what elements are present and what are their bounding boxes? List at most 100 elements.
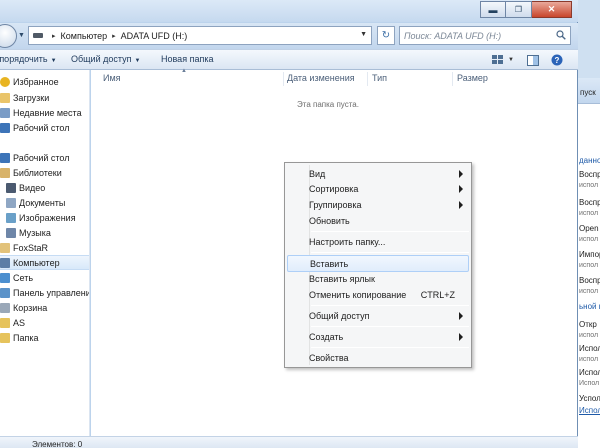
minimize-button[interactable]: ▬ (480, 1, 506, 18)
recent-pages-icon[interactable]: ▼ (18, 32, 25, 39)
menu-item[interactable]: Вставить ярлык (287, 271, 469, 288)
menu-item[interactable]: Отменить копирование CTRL+Z (287, 287, 469, 304)
background-window-text: испол (579, 210, 599, 217)
column-header-date[interactable]: Дата изменения (287, 73, 355, 83)
background-window-text: испол (579, 332, 599, 339)
network-icon (0, 272, 10, 283)
sidebar-item-label: Корзина (13, 302, 48, 313)
sidebar-item[interactable]: Недавние места (0, 105, 89, 120)
menu-item-label: Группировка (309, 200, 362, 210)
search-box[interactable] (399, 26, 571, 45)
chevron-down-icon[interactable]: ▼ (360, 31, 367, 38)
sidebar-item-label: Документы (19, 197, 66, 208)
back-button[interactable] (0, 24, 17, 48)
submenu-arrow-icon (459, 170, 463, 178)
sidebar-item[interactable]: Избранное (0, 74, 89, 89)
item-count: Элементов: 0 (32, 440, 83, 448)
status-bar: Элементов: 0 (0, 436, 578, 448)
desktop-icon (0, 152, 10, 163)
chevron-down-icon: ▼ (508, 57, 514, 63)
sidebar-item[interactable]: FoxStaR (0, 240, 89, 255)
menu-item[interactable]: Сортировка (287, 181, 469, 198)
close-button[interactable]: ✕ (532, 1, 572, 18)
chevron-right-icon[interactable]: ▸ (112, 32, 116, 40)
search-icon (556, 30, 566, 40)
background-window-text[interactable]: Исполь (579, 406, 600, 415)
menu-item[interactable]: Свойства (287, 350, 469, 367)
context-menu: Вид Сортировка Группировка Обновить Настроит… (284, 162, 472, 368)
search-input[interactable] (404, 30, 554, 41)
background-window-text: данно (579, 156, 600, 165)
menu-item[interactable]: Общий доступ (287, 308, 469, 325)
close-icon: ✕ (547, 4, 556, 14)
caption-buttons: ▬ ❐ ✕ (480, 1, 572, 18)
menu-separator (311, 326, 469, 327)
sidebar-item[interactable]: Панель управления (0, 285, 89, 300)
background-window-text: Импор (579, 250, 600, 259)
sidebar-item[interactable]: Папка (0, 330, 89, 345)
sidebar-item[interactable]: Компьютер (0, 255, 89, 270)
sidebar-item[interactable]: Рабочий стол (0, 150, 89, 165)
menu-item[interactable]: Вставить (287, 255, 469, 272)
help-button[interactable]: ? (550, 53, 564, 67)
column-header-type[interactable]: Тип (372, 73, 387, 83)
background-window-text: Откр (579, 320, 597, 329)
menu-item[interactable]: Обновить (287, 213, 469, 230)
menu-item-shortcut: CTRL+Z (420, 290, 455, 300)
views-dropdown[interactable]: ▼ (506, 53, 516, 67)
column-header-name[interactable]: Имя (103, 73, 121, 83)
sidebar-item[interactable]: Музыка (0, 225, 89, 240)
sidebar-item-label: Музыка (19, 227, 51, 238)
maximize-button[interactable]: ❐ (506, 1, 532, 18)
sidebar-item[interactable]: Загрузки (0, 90, 89, 105)
menu-item[interactable]: Настроить папку... (287, 234, 469, 251)
preview-pane-button[interactable] (526, 53, 540, 67)
sidebar-item-label: Видео (19, 182, 46, 193)
sidebar-item-label: FoxStaR (13, 242, 49, 253)
chevron-right-icon[interactable]: ▸ (52, 32, 56, 40)
breadcrumb-computer[interactable]: Компьютер (61, 31, 108, 41)
drive-icon (33, 33, 43, 38)
address-bar[interactable]: ▸ Компьютер ▸ ADATA UFD (H:) ▼ (28, 26, 372, 45)
menu-item[interactable]: Группировка (287, 197, 469, 214)
sidebar-item[interactable]: Изображения (0, 210, 89, 225)
background-window-text: испол (579, 288, 599, 295)
background-window-text: Open (579, 224, 599, 233)
menu-item-label: Обновить (309, 216, 350, 226)
sidebar-item[interactable]: Сеть (0, 270, 89, 285)
sidebar-item[interactable]: Корзина (0, 300, 89, 315)
sidebar-item[interactable]: Видео (0, 180, 89, 195)
sidebar-item-label: Компьютер (13, 257, 60, 268)
restore-icon: ❐ (514, 5, 523, 14)
background-window-text: Воспр (579, 276, 600, 285)
sidebar-item-label: Недавние места (13, 107, 82, 118)
sidebar-item[interactable]: Рабочий стол (0, 120, 89, 135)
sidebar-item[interactable]: AS (0, 315, 89, 330)
refresh-button[interactable]: ↻ (377, 26, 395, 45)
column-divider[interactable] (367, 72, 368, 86)
star-icon (0, 76, 10, 87)
menu-item-label: Настроить папку... (309, 237, 386, 247)
column-divider[interactable] (452, 72, 453, 86)
background-window-text: Воспр (579, 198, 600, 207)
new-folder-button[interactable]: Новая папка (161, 54, 213, 64)
submenu-arrow-icon (459, 333, 463, 341)
share-button[interactable]: Общий доступ ▼ (71, 54, 140, 64)
organize-label: Упорядочить (0, 54, 48, 64)
column-header-size[interactable]: Размер (457, 73, 488, 83)
video-icon (6, 182, 16, 193)
title-bar: ▬ ❐ ✕ (0, 0, 578, 22)
sidebar-item[interactable]: Документы (0, 195, 89, 210)
sidebar-item[interactable]: Библиотеки (0, 165, 89, 180)
menu-item[interactable]: Создать (287, 329, 469, 346)
views-button[interactable] (491, 53, 505, 67)
sidebar-item-label: Избранное (13, 76, 59, 87)
command-bar: Упорядочить▼ Общий доступ▼ Новая папка ▼… (0, 49, 578, 70)
folder-icon (0, 317, 10, 328)
background-window-text: Испол (579, 368, 600, 377)
organize-button[interactable]: Упорядочить▼ (0, 54, 57, 64)
background-window-text: Испол (579, 380, 600, 387)
column-divider[interactable] (283, 72, 284, 86)
breadcrumb-drive[interactable]: ADATA UFD (H:) (121, 31, 188, 41)
sidebar-item-label: Сеть (13, 272, 34, 283)
